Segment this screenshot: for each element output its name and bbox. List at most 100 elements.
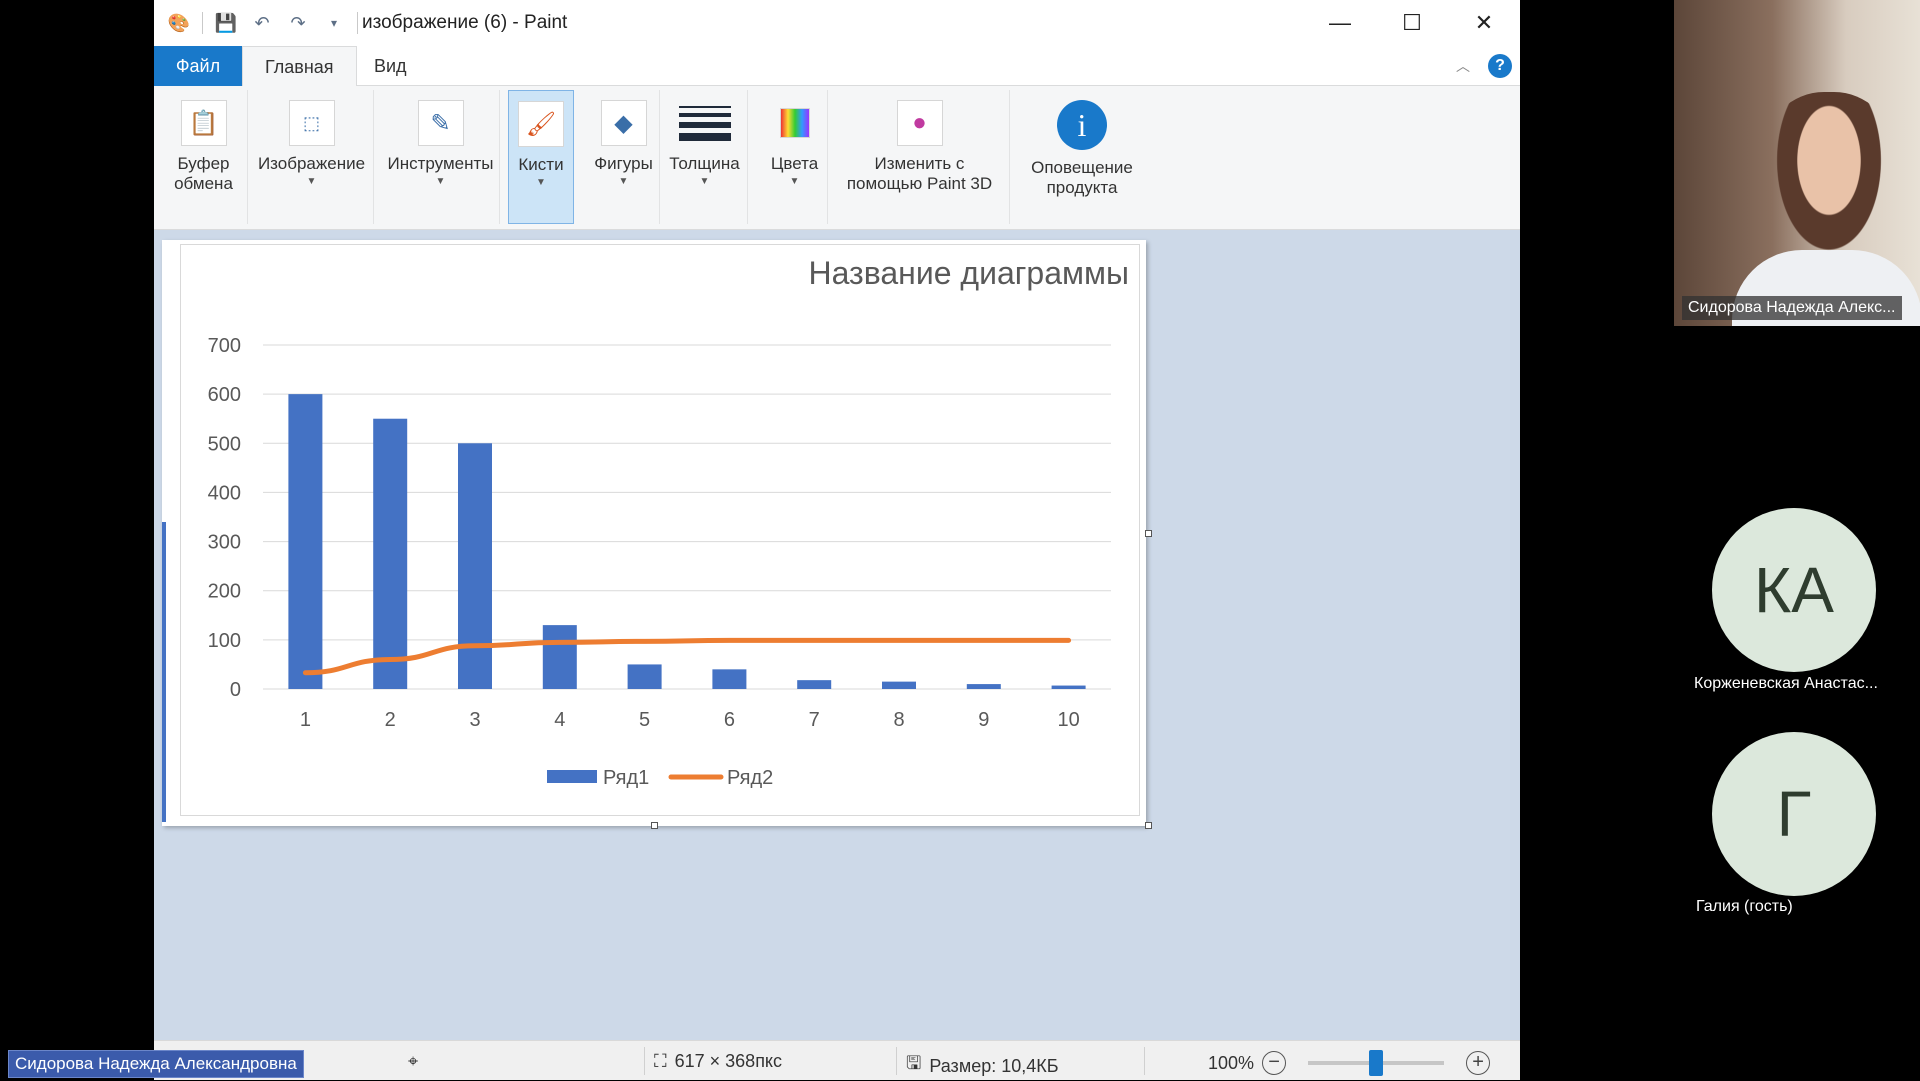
separator <box>202 12 203 34</box>
status-bar: ⌖ ⛶ 617 × 368пкс 🖫 Размер: 10,4КБ 100% −… <box>154 1040 1520 1080</box>
legend-label: Ряд2 <box>727 767 773 789</box>
quick-access-toolbar: 🎨 💾 ↶ ↷ ▾ <box>166 10 358 36</box>
x-tick-label: 7 <box>809 709 820 731</box>
tools-group[interactable]: ✎ Инструменты ▼ <box>382 90 500 224</box>
x-tick-label: 6 <box>724 709 735 731</box>
select-icon: ⬚ <box>289 100 335 146</box>
bar <box>628 664 662 689</box>
collapse-ribbon-icon[interactable]: ︿ <box>1456 56 1470 76</box>
x-tick-label: 8 <box>893 709 904 731</box>
chart: Название диаграммы 010020030040050060070… <box>180 244 1140 816</box>
resize-handle-corner[interactable] <box>1145 822 1152 829</box>
participant-avatar[interactable]: КА <box>1712 508 1876 672</box>
x-tick-label: 4 <box>554 709 565 731</box>
clipboard-group[interactable]: 📋 Буфер обмена <box>160 90 248 224</box>
dimensions-status: ⛶ 617 × 368пкс <box>654 1051 782 1072</box>
tab-file[interactable]: Файл <box>154 46 242 86</box>
notify-group[interactable]: i Оповещение продукта <box>1012 90 1152 224</box>
bar <box>288 394 322 689</box>
colors-label: Цвета <box>771 154 818 174</box>
cursor-position-icon: ⌖ <box>408 1051 418 1072</box>
chevron-down-icon: ▼ <box>619 176 629 187</box>
x-tick-label: 1 <box>300 709 311 731</box>
zoom-slider[interactable] <box>1308 1061 1444 1065</box>
brushes-group[interactable]: 🖌 Кисти ▼ <box>508 90 574 224</box>
redo-icon[interactable]: ↷ <box>285 10 311 36</box>
info-icon: i <box>1057 100 1107 150</box>
menu-right: ︿ ? <box>1456 54 1512 78</box>
y-tick-label: 700 <box>208 335 241 357</box>
paint3d-group[interactable]: ● Изменить с помощью Paint 3D <box>830 90 1010 224</box>
customize-dropdown-icon[interactable]: ▾ <box>321 10 347 36</box>
disk-icon: 🖫 <box>906 1051 921 1081</box>
bar <box>458 443 492 689</box>
chevron-down-icon: ▼ <box>536 177 546 188</box>
brushes-label: Кисти <box>518 155 563 175</box>
bar <box>543 625 577 689</box>
resize-handle-bottom[interactable] <box>651 822 658 829</box>
legend-label: Ряд1 <box>603 767 649 789</box>
shapes-label: Фигуры <box>594 154 653 174</box>
x-tick-label: 2 <box>385 709 396 731</box>
shapes-icon: ◆ <box>601 100 647 146</box>
help-icon[interactable]: ? <box>1488 54 1512 78</box>
zoom-controls: 100% − + <box>1208 1051 1490 1075</box>
resize-handle-right[interactable] <box>1145 530 1152 537</box>
tools-icon: ✎ <box>418 100 464 146</box>
tab-view[interactable]: Вид <box>352 46 429 86</box>
bar <box>1052 686 1086 689</box>
bar-fragment <box>162 522 166 822</box>
menu-bar: Файл Главная Вид ︿ ? <box>154 46 1520 86</box>
selection-size-icon: ⛶ <box>654 1051 667 1072</box>
window-controls: — ☐ ✕ <box>1304 0 1520 46</box>
speaker-name: Сидорова Надежда Алекс... <box>1682 296 1902 320</box>
paint-window: 🎨 💾 ↶ ↷ ▾ изображение (6) - Paint — ☐ ✕ … <box>154 0 1520 1080</box>
series-line <box>305 640 1068 672</box>
bar <box>797 680 831 689</box>
chevron-down-icon: ▼ <box>700 176 710 187</box>
bar <box>373 419 407 689</box>
colors-group[interactable]: Цвета ▼ <box>762 90 828 224</box>
legend-swatch-bar <box>547 770 597 783</box>
x-tick-label: 5 <box>639 709 650 731</box>
image-label: Изображение <box>258 154 365 174</box>
drawing-canvas[interactable]: Название диаграммы 010020030040050060070… <box>162 240 1146 826</box>
save-icon[interactable]: 💾 <box>213 10 239 36</box>
window-title: изображение (6) - Paint <box>362 12 567 34</box>
zoom-out-button[interactable]: − <box>1262 1051 1286 1075</box>
bar <box>712 669 746 689</box>
file-size-text: Размер: 10,4КБ <box>929 1056 1058 1077</box>
x-tick-label: 10 <box>1057 709 1079 731</box>
chevron-down-icon: ▼ <box>790 176 800 187</box>
zoom-slider-thumb[interactable] <box>1369 1050 1383 1076</box>
bar <box>882 682 916 689</box>
y-tick-label: 600 <box>208 384 241 406</box>
participant-name: Корженевская Анастас... <box>1694 675 1878 693</box>
y-tick-label: 500 <box>208 433 241 455</box>
y-tick-label: 100 <box>208 630 241 652</box>
participant-avatar[interactable]: Г <box>1712 732 1876 896</box>
dimensions-text: 617 × 368пкс <box>675 1051 782 1072</box>
close-button[interactable]: ✕ <box>1448 0 1520 46</box>
y-tick-label: 200 <box>208 581 241 603</box>
color-palette-icon <box>780 108 810 138</box>
undo-icon[interactable]: ↶ <box>249 10 275 36</box>
zoom-in-button[interactable]: + <box>1466 1051 1490 1075</box>
minimize-button[interactable]: — <box>1304 0 1376 46</box>
thickness-group[interactable]: Толщина ▼ <box>662 90 748 224</box>
y-tick-label: 300 <box>208 532 241 554</box>
shapes-group[interactable]: ◆ Фигуры ▼ <box>588 90 660 224</box>
tab-home[interactable]: Главная <box>242 46 357 87</box>
x-tick-label: 3 <box>469 709 480 731</box>
image-group[interactable]: ⬚ Изображение ▼ <box>250 90 374 224</box>
separator <box>1144 1047 1145 1075</box>
title-bar: 🎨 💾 ↶ ↷ ▾ изображение (6) - Paint — ☐ ✕ <box>154 0 1520 46</box>
chevron-down-icon: ▼ <box>436 176 446 187</box>
separator <box>357 12 358 34</box>
paint-app-icon[interactable]: 🎨 <box>166 10 192 36</box>
bar <box>967 684 1001 689</box>
maximize-button[interactable]: ☐ <box>1376 0 1448 46</box>
clipboard-label: Буфер обмена <box>174 154 233 194</box>
speaker-video: Сидорова Надежда Алекс... <box>1674 0 1920 326</box>
chart-plot: 010020030040050060070012345678910Ряд1Ряд… <box>181 245 1141 817</box>
